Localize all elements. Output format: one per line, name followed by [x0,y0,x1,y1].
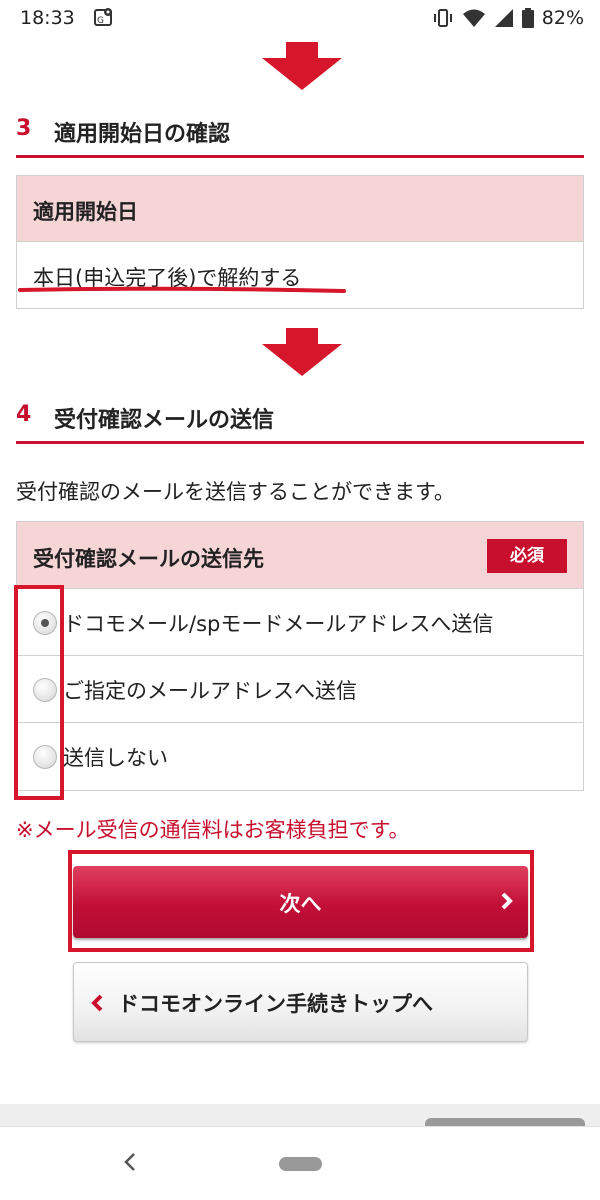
section-3-heading: 3 適用開始日の確認 [16,112,584,158]
section-3-number: 3 [16,116,32,141]
option-label[interactable]: 送信しない [63,742,168,772]
status-time: 18:33 [20,7,75,29]
svg-text:G: G [97,16,104,26]
mail-option-specified[interactable]: ご指定のメールアドレスへ送信 [17,656,583,723]
section-3-title: 適用開始日の確認 [54,122,231,147]
chevron-left-icon [91,994,103,1012]
section-4-description: 受付確認のメールを送信することができます。 [16,480,455,504]
option-label[interactable]: ご指定のメールアドレスへ送信 [63,675,357,705]
start-date-label: 適用開始日 [33,200,138,224]
fee-notice: ※メール受信の通信料はお客様負担です。 [16,818,410,842]
start-date-box-header: 適用開始日 [17,176,583,242]
mail-option-docomo[interactable]: ドコモメール/spモードメールアドレスへ送信 [17,589,583,656]
battery-percent: 82% [541,7,584,29]
section-4-number: 4 [16,402,32,427]
next-button-label: 次へ [279,892,322,916]
system-nav-bar [0,1126,600,1200]
top-button-label: ドコモオンライン手続きトップへ [118,992,433,1016]
signal-icon [494,9,513,27]
docomo-online-top-button[interactable]: ドコモオンライン手続きトップへ [73,962,528,1042]
section-4-heading: 4 受付確認メールの送信 [16,398,584,444]
option-label[interactable]: ドコモメール/spモードメールアドレスへ送信 [63,608,493,638]
wifi-icon [462,9,485,27]
next-button[interactable]: 次へ [73,866,528,938]
down-arrow-icon [262,42,342,90]
annotation-highlight-radios [14,585,64,800]
mail-destination-label: 受付確認メールの送信先 [33,547,264,571]
home-pill[interactable] [279,1157,322,1171]
maps-icon: G [94,8,112,26]
battery-icon [521,8,534,28]
annotation-underline [18,286,346,293]
down-arrow-icon [262,328,342,376]
mail-destination-header: 受付確認メールの送信先 必須 [17,522,583,589]
mail-destination-box: 受付確認メールの送信先 必須 ドコモメール/spモードメールアドレスへ送信 ご指… [16,521,584,791]
mail-option-none[interactable]: 送信しない [17,723,583,790]
vibrate-icon [433,9,452,27]
required-badge: 必須 [487,539,567,573]
back-icon[interactable] [120,1149,140,1175]
status-bar: 18:33 G 82% [0,0,600,38]
status-icons: 82% [432,7,584,29]
chevron-right-icon [501,892,513,910]
section-4-title: 受付確認メールの送信 [54,408,275,433]
